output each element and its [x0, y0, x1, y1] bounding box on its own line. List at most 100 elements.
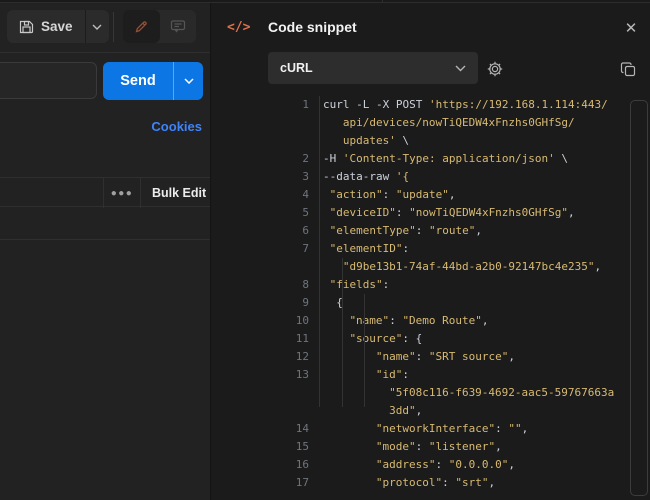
code-line-text: "d9be13b1-74af-44bd-a2b0-92147bc4e235", — [309, 258, 601, 276]
code-line-text: { — [309, 294, 343, 312]
code-line-number: 8 — [211, 276, 309, 294]
send-options-button[interactable] — [173, 62, 203, 100]
code-line: 4"action": "update", — [211, 186, 650, 204]
close-icon: ✕ — [625, 19, 638, 37]
code-line-number: 16 — [211, 456, 309, 474]
gear-icon — [486, 60, 504, 78]
code-line: 13"id": — [211, 366, 650, 384]
code-line-text: "fields": — [309, 276, 389, 294]
code-line-number: 1 — [211, 96, 309, 114]
code-line-text: "networkInterface": "", — [309, 420, 528, 438]
code-line-text: api/devices/nowTiQEDW4xFnzhs0GHfSg/ — [309, 114, 575, 132]
indent-guide — [319, 96, 320, 407]
code-editor[interactable]: 1curl -L -X POST 'https://192.168.1.114:… — [211, 96, 650, 500]
language-select[interactable]: cURL — [268, 52, 478, 84]
code-line-text: -H 'Content-Type: application/json' \ — [309, 150, 568, 168]
code-line-number: 2 — [211, 150, 309, 168]
more-actions-button[interactable]: ●●● — [104, 178, 140, 208]
code-line: "5f08c116-f639-4692-aac5-59767663a — [211, 384, 650, 402]
code-line-number — [211, 384, 309, 402]
code-line-number: 3 — [211, 168, 309, 186]
code-line-text: "mode": "listener", — [309, 438, 502, 456]
edit-request-button[interactable] — [123, 10, 160, 43]
code-line-number: 17 — [211, 474, 309, 492]
code-line: 9{ — [211, 294, 650, 312]
code-line: 15"mode": "listener", — [211, 438, 650, 456]
comments-button[interactable] — [160, 10, 197, 43]
toolbar-separator — [113, 12, 114, 42]
chevron-down-icon — [184, 78, 194, 84]
code-line: 12"name": "SRT source", — [211, 348, 650, 366]
headers-table-empty-row[interactable] — [0, 207, 210, 240]
code-line-number: 14 — [211, 420, 309, 438]
request-panel: Save — [0, 3, 210, 500]
comment-icon — [170, 19, 186, 34]
code-line: updates' \ — [211, 132, 650, 150]
code-line-text: "name": "Demo Route", — [309, 312, 489, 330]
code-line-number: 13 — [211, 366, 309, 384]
chevron-down-icon — [455, 65, 466, 72]
copy-code-button[interactable] — [615, 58, 641, 80]
code-line-number: 9 — [211, 294, 309, 312]
code-line: 8"fields": — [211, 276, 650, 294]
column-divider — [140, 178, 141, 208]
pencil-icon — [134, 19, 149, 34]
code-snippet-panel: </> Code snippet ✕ cURL 1curl -L — [210, 3, 650, 500]
cookies-link[interactable]: Cookies — [151, 119, 202, 134]
app-window: Save — [0, 0, 650, 500]
code-line-number: 7 — [211, 240, 309, 258]
code-line-text: 3dd", — [309, 402, 422, 420]
code-line-text: "id": — [309, 366, 409, 384]
save-icon — [19, 19, 34, 34]
scrollbar-track[interactable] — [630, 100, 648, 496]
code-line: "d9be13b1-74af-44bd-a2b0-92147bc4e235", — [211, 258, 650, 276]
indent-guide — [364, 294, 365, 407]
save-options-button[interactable] — [85, 10, 109, 43]
code-line-number — [211, 402, 309, 420]
copy-icon — [620, 61, 637, 78]
send-button-label: Send — [120, 73, 155, 89]
code-line-number: 6 — [211, 222, 309, 240]
code-line-text: "name": "SRT source", — [309, 348, 515, 366]
code-line-text: "action": "update", — [309, 186, 455, 204]
code-line-text: "source": { — [309, 330, 422, 348]
code-line-number: 11 — [211, 330, 309, 348]
code-line: 3--data-raw '{ — [211, 168, 650, 186]
request-toolbar: Save — [0, 3, 210, 53]
send-button[interactable]: Send — [103, 62, 173, 100]
save-button-group: Save — [7, 10, 109, 43]
toolbar-icon-group — [123, 10, 196, 43]
code-line-text: "address": "0.0.0.0", — [309, 456, 515, 474]
close-panel-button[interactable]: ✕ — [617, 15, 645, 41]
save-button-label: Save — [41, 19, 73, 34]
code-line-number: 15 — [211, 438, 309, 456]
code-line-text: updates' \ — [309, 132, 409, 150]
save-button[interactable]: Save — [7, 10, 85, 43]
code-line: 17"protocol": "srt", — [211, 474, 650, 492]
code-line-number — [211, 132, 309, 150]
code-line: 1curl -L -X POST 'https://192.168.1.114:… — [211, 96, 650, 114]
code-line: api/devices/nowTiQEDW4xFnzhs0GHfSg/ — [211, 114, 650, 132]
code-lines: 1curl -L -X POST 'https://192.168.1.114:… — [211, 96, 650, 492]
snippet-settings-button[interactable] — [483, 58, 507, 80]
code-line: 10"name": "Demo Route", — [211, 312, 650, 330]
request-url-input[interactable] — [0, 62, 97, 99]
code-line: 5"deviceID": "nowTiQEDW4xFnzhs0GHfSg", — [211, 204, 650, 222]
code-line-number: 12 — [211, 348, 309, 366]
code-line-text: "elementID": — [309, 240, 409, 258]
bulk-edit-button[interactable]: Bulk Edit — [152, 178, 206, 208]
code-line-number: 4 — [211, 186, 309, 204]
headers-table-header: ●●● Bulk Edit — [0, 177, 210, 207]
code-line-number — [211, 114, 309, 132]
code-line: 11"source": { — [211, 330, 650, 348]
send-button-group: Send — [103, 62, 203, 100]
code-line: 16"address": "0.0.0.0", — [211, 456, 650, 474]
code-line-number: 5 — [211, 204, 309, 222]
code-line: 2-H 'Content-Type: application/json' \ — [211, 150, 650, 168]
code-line-number: 10 — [211, 312, 309, 330]
code-line: 6"elementType": "route", — [211, 222, 650, 240]
chevron-down-icon — [92, 24, 102, 30]
code-line-text: --data-raw '{ — [309, 168, 409, 186]
panel-title: Code snippet — [268, 19, 357, 35]
language-select-value: cURL — [280, 61, 455, 75]
